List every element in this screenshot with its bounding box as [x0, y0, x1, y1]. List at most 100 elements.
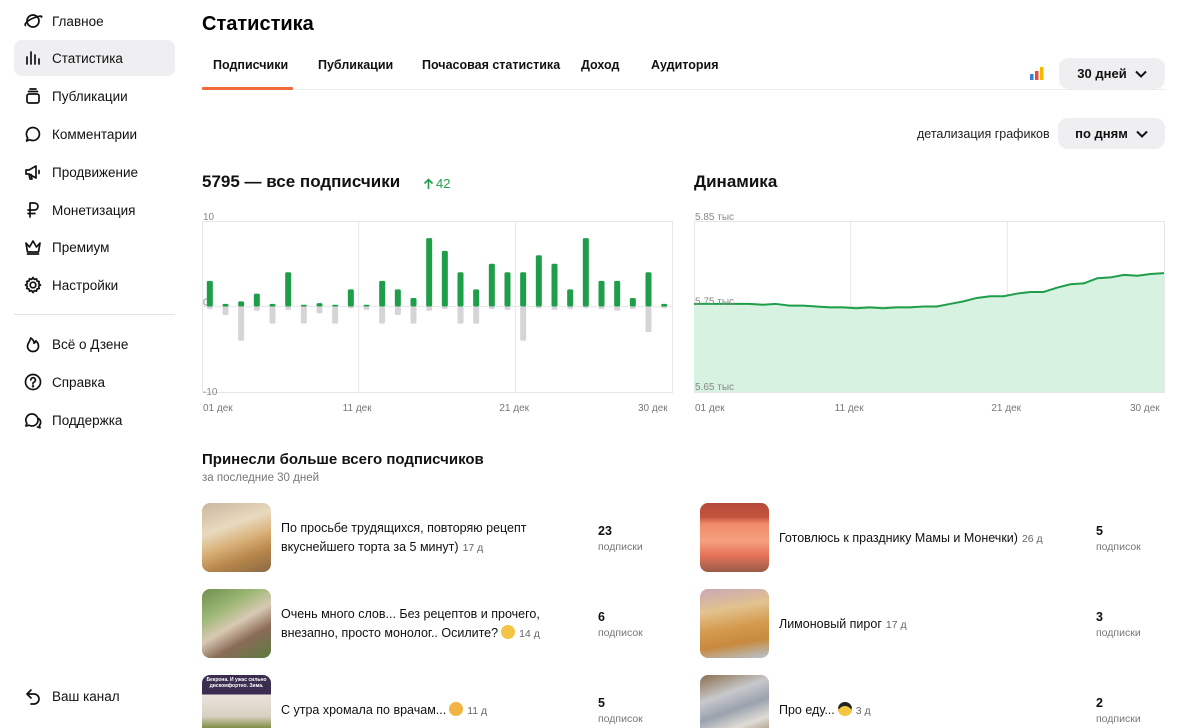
post-thumbnail[interactable]: Бекрона. И ужас сильно дискомфортно. Зим… — [202, 675, 271, 728]
sidebar-item-label: Публикации — [52, 88, 128, 104]
top-post-item[interactable]: Готовлюсь к празднику Мамы и Монечки) 26 … — [700, 503, 1170, 573]
sidebar-divider — [14, 314, 175, 315]
color-bars-icon[interactable] — [1030, 66, 1044, 80]
post-subscribers-label: подписок — [598, 627, 643, 639]
sidebar-item-premium[interactable]: Премиум — [14, 229, 175, 265]
tab-income[interactable]: Доход — [581, 58, 619, 72]
sidebar-item-support[interactable]: Поддержка — [14, 402, 175, 438]
bar-lost — [332, 306, 339, 324]
gear-icon — [23, 275, 43, 295]
sidebar-item-statistics[interactable]: Статистика — [14, 40, 175, 76]
post-title[interactable]: Готовлюсь к празднику Мамы и Монечки) 26 … — [779, 529, 1079, 549]
x-tick-label: 01 дек — [203, 403, 233, 414]
sidebar-item-publications[interactable]: Публикации — [14, 78, 175, 114]
y-tick-label: 5.65 тыс — [695, 382, 734, 393]
x-tick-label: 21 дек — [991, 403, 1021, 414]
sidebar-item-label: Поддержка — [52, 412, 123, 428]
bar-gained — [394, 289, 401, 307]
x-tick-label: 11 дек — [835, 403, 865, 414]
top-posts-subtitle: за последние 30 дней — [202, 472, 320, 484]
top-posts-title: Принесли больше всего подписчиков — [202, 451, 484, 468]
chevron-down-icon — [1136, 130, 1148, 138]
top-post-item[interactable]: Про еду... 3 д 2 подписки — [700, 675, 1170, 728]
bar-lost — [535, 306, 542, 309]
sidebar-item-home[interactable]: Главное — [14, 3, 175, 39]
sidebar-item-settings[interactable]: Настройки — [14, 267, 175, 303]
y-tick-label: 5.75 тыс — [695, 297, 734, 308]
post-title[interactable]: Очень много слов... Без рецептов и проче… — [281, 605, 571, 644]
post-subscribers-count: 5 — [1096, 524, 1103, 538]
emoji-cat-icon — [449, 702, 464, 716]
bar-gained — [285, 272, 292, 307]
bar-lost — [269, 306, 276, 324]
x-tick-label: 21 дек — [499, 403, 529, 414]
post-subscribers-label: подписок — [1096, 541, 1141, 553]
post-thumbnail[interactable] — [700, 589, 769, 658]
top-post-item[interactable]: Бекрона. И ужас сильно дискомфортно. Зим… — [202, 675, 672, 728]
sidebar-item-label: Ваш канал — [52, 688, 120, 704]
bar-gained — [504, 272, 511, 307]
post-title[interactable]: Лимоновый пирог 17 д — [779, 615, 1079, 635]
bar-lost — [645, 306, 652, 333]
bar-gained — [582, 238, 589, 307]
bar-lost — [551, 306, 558, 310]
post-title[interactable]: С утра хромала по врачам... 11 д — [281, 701, 571, 721]
emoji-cool-icon — [837, 702, 852, 716]
sidebar-item-help[interactable]: Справка — [14, 364, 175, 400]
sidebar-item-label: Комментарии — [52, 126, 138, 142]
post-age: 11 д — [467, 705, 488, 717]
ruble-icon — [23, 200, 43, 220]
post-subscribers-label: подписок — [598, 713, 643, 725]
sidebar-item-about-dzen[interactable]: Всё о Дзене — [14, 326, 175, 362]
post-subscribers-count: 5 — [598, 696, 605, 710]
back-arrow-icon — [23, 686, 43, 706]
sidebar: Главное Статистика Публикации Комментари… — [0, 0, 190, 728]
sidebar-item-comments[interactable]: Комментарии — [14, 116, 175, 152]
area-fill — [694, 273, 1164, 392]
bar-lost — [363, 306, 370, 310]
dynamics-area-chart: 5.85 тыс 5.75 тыс 5.65 тыс 01 дек 11 дек 21 д… — [694, 212, 1165, 414]
bar-gained — [661, 303, 668, 307]
planet-icon — [23, 11, 43, 31]
bar-lost — [426, 306, 433, 311]
megaphone-icon — [23, 162, 43, 182]
bar-gained — [535, 255, 542, 307]
tab-publications[interactable]: Публикации — [318, 58, 393, 72]
bar-lost — [347, 306, 354, 309]
bar-lost — [504, 306, 511, 310]
post-age: 17 д — [885, 619, 907, 631]
bar-lost — [661, 306, 668, 309]
top-post-item[interactable]: Лимоновый пирог 17 д 3 подписки — [700, 589, 1170, 659]
tab-audience[interactable]: Аудитория — [651, 58, 719, 72]
sidebar-item-promotion[interactable]: Продвижение — [14, 154, 175, 190]
delta-value: 42 — [436, 176, 451, 191]
post-thumbnail[interactable] — [202, 503, 271, 572]
top-post-item[interactable]: По просьбе трудящихся, повторяю рецепт в… — [202, 503, 672, 573]
bar-lost — [206, 306, 213, 310]
bar-lost — [567, 306, 574, 310]
bar-gained — [238, 301, 245, 307]
tab-subscribers[interactable]: Подписчики — [213, 58, 288, 72]
bar-lost — [285, 306, 292, 310]
sidebar-item-label: Премиум — [52, 239, 110, 255]
bar-gained — [347, 289, 354, 307]
bar-gained — [520, 272, 527, 307]
post-thumbnail[interactable] — [700, 675, 769, 728]
sidebar-item-label: Главное — [52, 13, 104, 29]
bar-gained — [614, 280, 621, 307]
sidebar-item-monetization[interactable]: Монетизация — [14, 192, 175, 228]
period-dropdown[interactable]: 30 дней — [1059, 58, 1165, 89]
sidebar-item-label: Справка — [52, 374, 105, 390]
sidebar-item-your-channel[interactable]: Ваш канал — [14, 678, 175, 714]
bar-lost — [488, 306, 495, 310]
post-thumbnail[interactable] — [700, 503, 769, 572]
post-thumbnail[interactable] — [202, 589, 271, 658]
post-title-text: Про еду... — [779, 703, 835, 717]
post-title[interactable]: По просьбе трудящихся, повторяю рецепт в… — [281, 519, 571, 558]
bar-lost — [253, 306, 260, 311]
x-tick-label: 11 дек — [343, 403, 373, 414]
post-title[interactable]: Про еду... 3 д — [779, 701, 1079, 721]
tab-hourly-stats[interactable]: Почасовая статистика — [422, 58, 560, 72]
top-post-item[interactable]: Очень много слов... Без рецептов и проче… — [202, 589, 672, 659]
detail-dropdown[interactable]: по дням — [1058, 118, 1165, 149]
